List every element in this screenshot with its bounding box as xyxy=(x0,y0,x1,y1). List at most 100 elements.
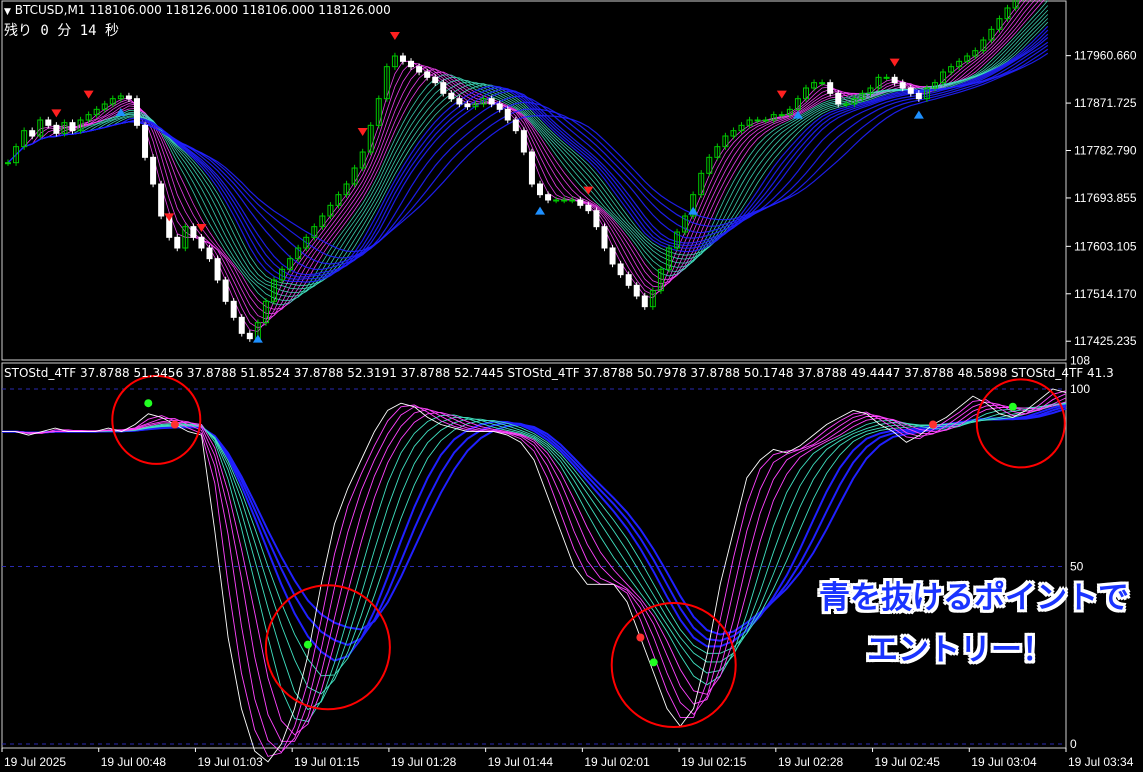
candle-body xyxy=(835,92,842,105)
candle-body xyxy=(230,300,237,318)
symbol-name: BTCUSD,M1 xyxy=(14,3,86,17)
buy-arrow-icon xyxy=(252,334,263,343)
moving-average-ribbon xyxy=(7,0,1049,333)
highlight-circle xyxy=(610,602,737,728)
sell-arrow-icon xyxy=(83,90,94,99)
oscillator-tick-label: 0 xyxy=(1070,737,1077,751)
sell-arrow-icon xyxy=(357,128,368,136)
candle-body xyxy=(601,226,608,249)
sub-panel-border xyxy=(1,362,1067,749)
sell-arrow-icon xyxy=(776,90,787,99)
candle-body xyxy=(142,124,149,158)
ma-line xyxy=(7,0,1031,324)
candle-body xyxy=(778,114,785,117)
time-tick-label: 19 Jul 01:44 xyxy=(488,755,554,769)
sell-arrow-icon xyxy=(389,32,400,40)
oscillator-line xyxy=(2,397,1067,742)
candle-body xyxy=(133,98,140,126)
candle-body xyxy=(827,82,834,94)
time-tick-label: 19 Jul 03:04 xyxy=(971,755,1037,769)
buy-arrow-icon xyxy=(688,206,699,215)
candle-body xyxy=(158,183,165,217)
price-tick-label: 117603.105 xyxy=(1074,239,1137,253)
candle-body xyxy=(150,156,157,185)
candle-body xyxy=(504,108,511,121)
candle-body xyxy=(69,122,76,132)
symbol-header: ▼ BTCUSD,M1 118106.000 118126.000 118106… xyxy=(4,3,391,17)
candle-body xyxy=(528,151,535,185)
time-tick-label: 19 Jul 01:03 xyxy=(197,755,263,769)
candle-body xyxy=(762,119,769,122)
candle-body xyxy=(585,204,592,212)
time-tick-label: 19 Jul 00:48 xyxy=(101,755,167,769)
price-tick-label: 117960.660 xyxy=(1074,49,1137,63)
candle-body xyxy=(190,226,197,238)
ma-line xyxy=(7,0,1049,306)
price-tick-label: 117514.170 xyxy=(1074,287,1137,301)
candle-body xyxy=(488,98,495,105)
candle-body xyxy=(537,183,543,196)
buy-arrow-icon xyxy=(535,206,545,215)
candle-body xyxy=(416,66,423,73)
candle-body xyxy=(907,87,914,94)
price-axis: 117960.660 117871.725 117782.790 117693.855… xyxy=(1066,49,1137,348)
candle-body xyxy=(512,119,519,132)
ma-line xyxy=(7,0,1027,329)
callout-line-1: 青を抜けるポイントで xyxy=(819,580,1129,616)
candle-body xyxy=(617,263,624,276)
candle-body xyxy=(593,210,600,228)
candle-body xyxy=(754,119,761,122)
countdown-timer: 残り 0 分 14 秒 xyxy=(4,23,120,39)
candle-body xyxy=(206,247,213,260)
candle-body xyxy=(545,194,552,201)
time-tick-label: 19 Jul 01:15 xyxy=(294,755,360,769)
sell-arrow-icon xyxy=(51,109,62,118)
candle-body xyxy=(843,103,850,106)
highlight-circle xyxy=(975,378,1066,469)
candle-body xyxy=(520,130,527,153)
candle-body xyxy=(883,76,890,79)
price-tick-label: 117693.855 xyxy=(1074,191,1137,205)
time-axis: 19 Jul 2025 19 Jul 00:48 19 Jul 01:03 19 Ju… xyxy=(1,748,1134,769)
time-tick-label: 19 Jul 02:28 xyxy=(778,755,844,769)
entry-dot xyxy=(1008,402,1017,411)
time-tick-label: 19 Jul 03:34 xyxy=(1068,755,1134,769)
candle-body xyxy=(496,103,503,110)
oscillator-axis: 108100500 xyxy=(1070,354,1090,751)
indicator-label: STOStd_4TF 37.8788 51.3456 37.8788 51.85… xyxy=(4,366,1114,380)
candle-body xyxy=(246,332,253,340)
chevron-down-icon[interactable]: ▼ xyxy=(4,7,11,17)
ma-line xyxy=(7,37,1049,276)
entry-dot xyxy=(649,658,658,667)
buy-arrow-icon xyxy=(913,110,924,119)
price-tick-label: 117871.725 xyxy=(1074,96,1137,110)
sell-arrow-icon xyxy=(164,213,175,222)
callout-line-2: エントリー！ xyxy=(867,632,1053,668)
ma-line xyxy=(7,0,1036,320)
candle-body xyxy=(569,199,576,202)
candle-body xyxy=(891,76,898,84)
entry-dot xyxy=(144,399,153,408)
candle-body xyxy=(819,82,826,85)
candle-body xyxy=(448,92,455,100)
candle-body xyxy=(424,71,431,78)
candle-body xyxy=(53,124,60,134)
highlight-circle xyxy=(264,584,391,711)
exit-dot xyxy=(636,633,645,642)
candle-body xyxy=(553,199,560,202)
candle-body xyxy=(633,284,640,297)
candle-body xyxy=(456,98,463,105)
candle-body xyxy=(399,55,406,62)
candle-body xyxy=(45,119,52,126)
time-tick-label: 19 Jul 2025 xyxy=(4,755,66,769)
candle-body xyxy=(561,199,568,202)
ma-line xyxy=(7,5,1049,301)
candle-body xyxy=(408,60,415,68)
time-tick-label: 19 Jul 02:15 xyxy=(681,755,747,769)
entry-dot xyxy=(303,640,312,649)
candle-body xyxy=(214,258,221,281)
candle-body xyxy=(222,279,229,302)
time-tick-label: 19 Jul 02:45 xyxy=(875,755,941,769)
price-tick-label: 117425.235 xyxy=(1074,334,1137,348)
candle-body xyxy=(5,162,11,165)
